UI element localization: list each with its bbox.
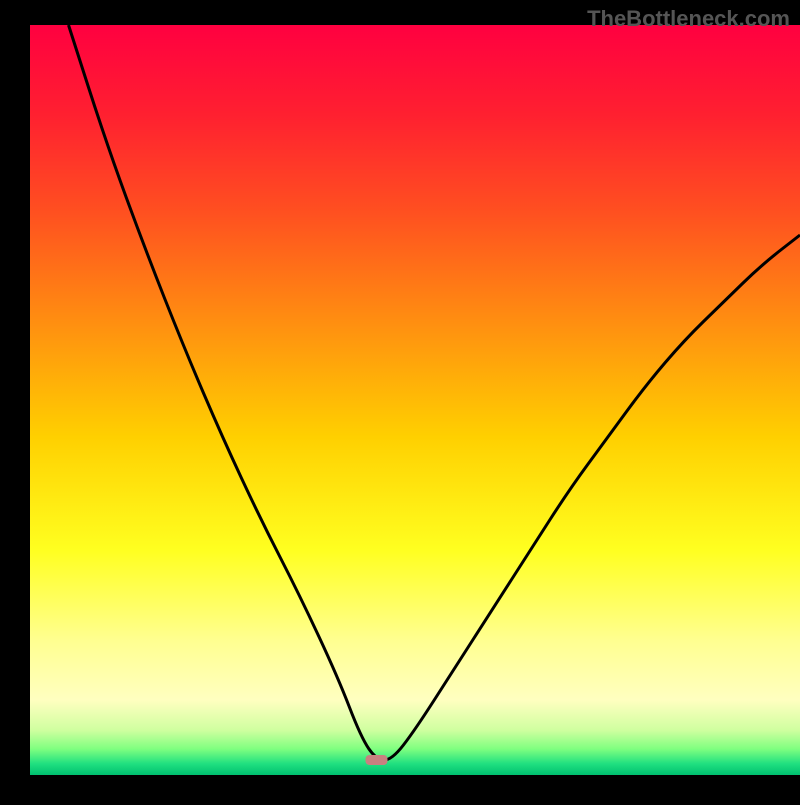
- bottleneck-chart: [0, 0, 800, 800]
- minimum-marker: [366, 755, 388, 765]
- chart-container: TheBottleneck.com: [0, 0, 800, 800]
- watermark-text: TheBottleneck.com: [587, 6, 790, 32]
- gradient-background: [30, 25, 800, 775]
